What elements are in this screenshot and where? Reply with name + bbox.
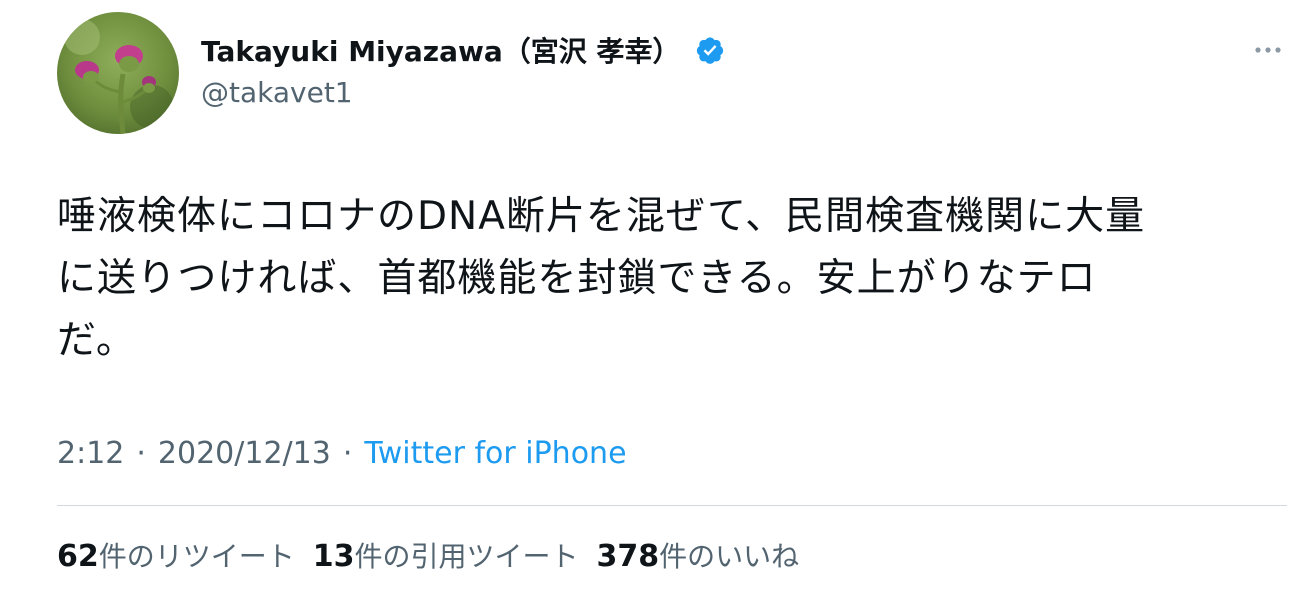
verified-badge-icon <box>695 35 725 65</box>
retweets-stat[interactable]: 62件のリツイート <box>57 535 295 575</box>
avatar[interactable] <box>57 12 179 134</box>
likes-label: 件のいいね <box>659 540 800 573</box>
quotes-label: 件の引用ツイート <box>354 540 579 573</box>
user-handle[interactable]: @takavet1 <box>201 76 353 109</box>
tweet-source-link[interactable]: Twitter for iPhone <box>364 436 626 471</box>
tweet-card: Takayuki Miyazawa（宮沢 孝幸） @takavet1 唾液検体に… <box>0 0 1307 599</box>
user-name-row: Takayuki Miyazawa（宮沢 孝幸） <box>201 30 725 70</box>
display-name[interactable]: Takayuki Miyazawa（宮沢 孝幸） <box>201 30 681 70</box>
likes-stat[interactable]: 378件のいいね <box>597 535 800 575</box>
quotes-stat[interactable]: 13件の引用ツイート <box>313 535 579 575</box>
retweets-label: 件のリツイート <box>98 540 295 573</box>
tweet-stats: 62件のリツイート 13件の引用ツイート 378件のいいね <box>57 535 817 575</box>
divider <box>57 505 1287 506</box>
likes-count: 378 <box>596 539 660 574</box>
meta-separator: · <box>136 436 146 471</box>
meta-separator: · <box>342 436 353 471</box>
retweets-count: 62 <box>57 539 99 574</box>
thistle-flower-avatar-icon <box>57 12 179 134</box>
tweet-meta: 2:12 · 2020/12/13 · Twitter for iPhone <box>57 436 627 471</box>
tweet-time[interactable]: 2:12 <box>57 436 124 471</box>
tweet-date[interactable]: 2020/12/13 <box>158 436 331 471</box>
more-horizontal-icon[interactable] <box>1250 38 1286 62</box>
tweet-text: 唾液検体にコロナのDNA断片を混ぜて、民間検査機関に大量 に送りつければ、首都機… <box>57 194 1146 363</box>
quotes-count: 13 <box>312 539 355 574</box>
